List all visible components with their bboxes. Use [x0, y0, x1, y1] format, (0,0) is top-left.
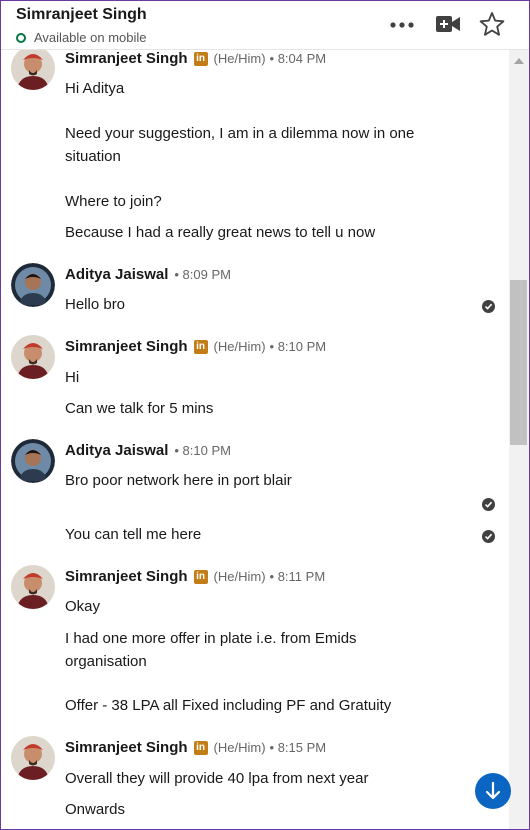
- message-text: Bro poor network here in port blair: [65, 472, 292, 489]
- message-sender: Simranjeet Singh in (He/Him) • 8:11 PM: [65, 568, 325, 585]
- message-text: Onwards: [65, 801, 126, 818]
- sender-name[interactable]: Simranjeet Singh: [65, 338, 188, 355]
- pronouns: (He/Him): [213, 51, 266, 66]
- contact-name[interactable]: Simranjeet Singh: [16, 6, 147, 24]
- message-text: Overall they will provide 40 lpa from ne…: [65, 770, 369, 787]
- message-text: organisation: [65, 653, 147, 670]
- message-time: • 8:11 PM: [269, 569, 326, 584]
- linkedin-premium-icon: in: [193, 51, 208, 66]
- message-text: Can we talk for 5 mins: [65, 400, 214, 417]
- message-text: Hi Aditya: [65, 80, 125, 97]
- read-receipt-icon: [482, 300, 495, 313]
- avatar-aditya[interactable]: [11, 439, 55, 483]
- pronouns: (He/Him): [213, 740, 266, 755]
- read-receipt-icon: [482, 530, 495, 543]
- message-text: Because I had a really great news to tel…: [65, 224, 376, 241]
- linkedin-premium-icon: in: [193, 740, 208, 755]
- message-list[interactable]: Simranjeet Singh in (He/Him) • 8:04 PM H…: [1, 50, 509, 829]
- arrow-down-icon: [485, 781, 501, 800]
- sender-name[interactable]: Simranjeet Singh: [65, 739, 188, 756]
- presence-status: Available on mobile: [16, 30, 147, 45]
- message-text: Hi: [65, 369, 80, 386]
- avatar-simranjeet[interactable]: [11, 50, 55, 90]
- read-receipt-icon: [482, 498, 495, 511]
- message-text: Hello bro: [65, 296, 126, 313]
- message-time: • 8:04 PM: [269, 51, 327, 66]
- pronouns: (He/Him): [213, 339, 266, 354]
- messaging-window: Simranjeet Singh Available on mobile Sim…: [0, 0, 530, 830]
- message-sender: Aditya Jaiswal • 8:10 PM: [65, 442, 231, 459]
- message-text: Need your suggestion, I am in a dilemma …: [65, 125, 415, 142]
- online-indicator-icon: [16, 32, 26, 43]
- linkedin-premium-icon: in: [193, 569, 208, 584]
- avatar-aditya[interactable]: [11, 263, 55, 307]
- message-text: I had one more offer in plate i.e. from …: [65, 630, 357, 647]
- scroll-to-bottom-button[interactable]: [475, 773, 511, 809]
- conversation-header: Simranjeet Singh Available on mobile: [1, 1, 529, 50]
- status-text: Available on mobile: [34, 30, 147, 45]
- sender-name[interactable]: Aditya Jaiswal: [65, 442, 168, 459]
- star-icon[interactable]: [479, 11, 505, 37]
- message-time: • 8:09 PM: [174, 267, 231, 282]
- sender-name[interactable]: Aditya Jaiswal: [65, 266, 168, 283]
- avatar-simranjeet[interactable]: [11, 335, 55, 379]
- message-sender: Simranjeet Singh in (He/Him) • 8:10 PM: [65, 338, 326, 355]
- message-text: Okay: [65, 598, 101, 615]
- message-sender: Simranjeet Singh in (He/Him) • 8:15 PM: [65, 739, 326, 756]
- message-sender: Simranjeet Singh in (He/Him) • 8:04 PM: [65, 50, 326, 67]
- message-time: • 8:15 PM: [269, 740, 327, 755]
- message-text: Where to join?: [65, 193, 162, 210]
- scroll-up-icon[interactable]: [514, 58, 524, 64]
- message-text: situation: [65, 148, 121, 165]
- message-text: Offer - 38 LPA all Fixed including PF an…: [65, 697, 392, 714]
- message-time: • 8:10 PM: [269, 339, 327, 354]
- sender-name[interactable]: Simranjeet Singh: [65, 568, 188, 585]
- linkedin-premium-icon: in: [193, 339, 208, 354]
- sender-name[interactable]: Simranjeet Singh: [65, 50, 188, 67]
- more-options-icon[interactable]: [389, 17, 415, 33]
- message-sender: Aditya Jaiswal • 8:09 PM: [65, 266, 231, 283]
- message-text: You can tell me here: [65, 526, 202, 543]
- pronouns: (He/Him): [213, 569, 266, 584]
- video-call-icon[interactable]: [435, 13, 461, 35]
- avatar-simranjeet[interactable]: [11, 565, 55, 609]
- avatar-simranjeet[interactable]: [11, 736, 55, 780]
- scrollbar[interactable]: [509, 50, 529, 829]
- scrollbar-thumb[interactable]: [510, 280, 527, 445]
- message-time: • 8:10 PM: [174, 443, 231, 458]
